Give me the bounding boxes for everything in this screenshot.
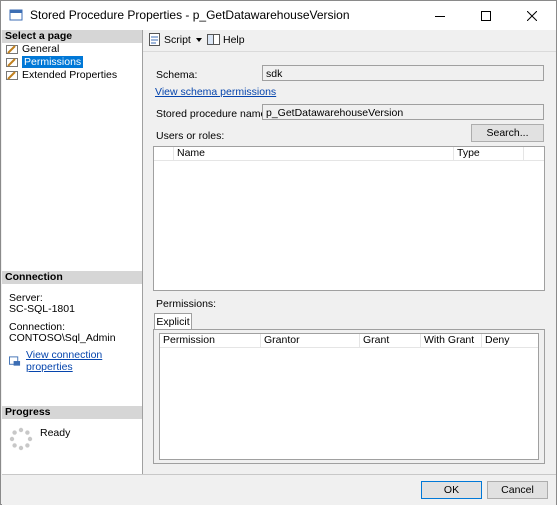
page-general-label: General bbox=[22, 43, 60, 55]
perm-col-deny[interactable]: Deny bbox=[482, 334, 539, 347]
left-pane: Select a page General Permissions Extend… bbox=[2, 30, 143, 474]
tab-explicit[interactable]: Explicit bbox=[154, 313, 192, 329]
explicit-tab-panel: Permission Grantor Grant With Grant Deny bbox=[153, 329, 545, 464]
perm-col-with-grant[interactable]: With Grant bbox=[421, 334, 482, 347]
sp-name-field[interactable]: p_GetDatawarehouseVersion bbox=[262, 104, 544, 120]
cancel-button[interactable]: Cancel bbox=[487, 481, 548, 499]
page-extended-properties[interactable]: Extended Properties bbox=[6, 69, 117, 81]
sp-name-label: Stored procedure name: bbox=[156, 108, 270, 120]
script-label: Script bbox=[164, 33, 191, 46]
connection-value: CONTOSO\Sql_Admin bbox=[9, 332, 116, 344]
window-title: Stored Procedure Properties - p_GetDataw… bbox=[30, 8, 350, 22]
progress-spinner-icon bbox=[9, 427, 33, 451]
connection-header: Connection bbox=[2, 271, 142, 284]
perm-col-grantor[interactable]: Grantor bbox=[261, 334, 360, 347]
permissions-grid-header: Permission Grantor Grant With Grant Deny bbox=[160, 334, 538, 348]
help-button[interactable]: Help bbox=[207, 33, 245, 46]
dialog-button-bar: OK Cancel bbox=[2, 474, 556, 505]
progress-status: Ready bbox=[40, 427, 71, 439]
schema-label: Schema: bbox=[156, 69, 198, 81]
page-extended-properties-label: Extended Properties bbox=[22, 69, 118, 81]
close-button[interactable] bbox=[509, 1, 555, 30]
ok-button[interactable]: OK bbox=[421, 481, 482, 499]
server-value: SC-SQL-1801 bbox=[9, 303, 75, 315]
page-permissions[interactable]: Permissions bbox=[6, 56, 84, 68]
users-roles-grid[interactable]: Name Type bbox=[153, 146, 545, 291]
users-col-type[interactable]: Type bbox=[454, 147, 524, 160]
minimize-icon bbox=[435, 15, 445, 17]
wrench-page-icon bbox=[6, 70, 18, 80]
dialog-window: Stored Procedure Properties - p_GetDataw… bbox=[0, 0, 557, 505]
maximize-button[interactable] bbox=[463, 1, 509, 30]
progress-header: Progress bbox=[2, 406, 142, 419]
wrench-page-icon bbox=[6, 57, 18, 67]
search-button[interactable]: Search... bbox=[471, 124, 544, 142]
minimize-button[interactable] bbox=[417, 1, 463, 30]
app-icon bbox=[9, 9, 23, 21]
perm-col-grant[interactable]: Grant bbox=[360, 334, 421, 347]
close-icon bbox=[527, 10, 537, 21]
page-general[interactable]: General bbox=[6, 43, 59, 55]
schema-field[interactable]: sdk bbox=[262, 65, 544, 81]
chevron-down-icon[interactable] bbox=[196, 38, 202, 42]
view-connection-properties[interactable]: View connection properties bbox=[9, 349, 142, 373]
title-bar[interactable]: Stored Procedure Properties - p_GetDataw… bbox=[1, 1, 556, 30]
perm-col-permission[interactable]: Permission bbox=[160, 334, 261, 347]
toolbar-divider bbox=[143, 51, 556, 52]
view-schema-permissions-link[interactable]: View schema permissions bbox=[155, 86, 276, 98]
connection-properties-icon bbox=[9, 355, 21, 366]
permissions-grid[interactable]: Permission Grantor Grant With Grant Deny bbox=[159, 333, 539, 460]
select-page-header: Select a page bbox=[2, 30, 142, 43]
help-label: Help bbox=[223, 33, 245, 46]
users-grid-header: Name Type bbox=[154, 147, 544, 161]
main-pane: Script Help Schema: sdk View schema perm… bbox=[143, 30, 556, 474]
maximize-icon bbox=[481, 10, 491, 21]
wrench-page-icon bbox=[6, 44, 18, 54]
users-col-name[interactable]: Name bbox=[174, 147, 454, 160]
view-connection-link[interactable]: View connection properties bbox=[26, 349, 142, 373]
users-roles-label: Users or roles: bbox=[156, 130, 225, 142]
script-icon bbox=[149, 33, 160, 46]
users-grid-select-column bbox=[154, 147, 174, 160]
help-icon bbox=[207, 34, 220, 45]
permissions-label: Permissions: bbox=[156, 298, 217, 310]
page-permissions-label: Permissions bbox=[22, 56, 84, 68]
script-button[interactable]: Script bbox=[148, 33, 191, 46]
